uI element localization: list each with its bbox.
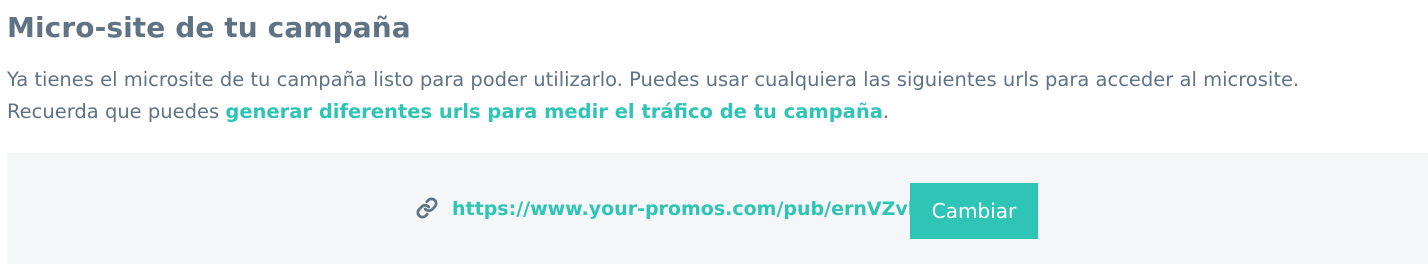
page-description: Ya tienes el microsite de tu campaña lis…: [7, 64, 1299, 128]
change-url-button[interactable]: Cambiar: [910, 183, 1038, 239]
microsite-url-panel: https://www.your-promos.com/pub/ernVZvl …: [7, 153, 1428, 264]
description-line-2-suffix: .: [882, 100, 890, 123]
microsite-url-link[interactable]: https://www.your-promos.com/pub/ernVZvl: [452, 197, 914, 221]
description-line-2-prefix: Recuerda que puedes: [7, 100, 226, 123]
page-title: Micro-site de tu campaña: [7, 11, 411, 44]
description-line-1: Ya tienes el microsite de tu campaña lis…: [7, 68, 1300, 91]
link-icon: [416, 197, 438, 219]
generate-urls-link[interactable]: generar diferentes urls para medir el tr…: [225, 100, 883, 123]
